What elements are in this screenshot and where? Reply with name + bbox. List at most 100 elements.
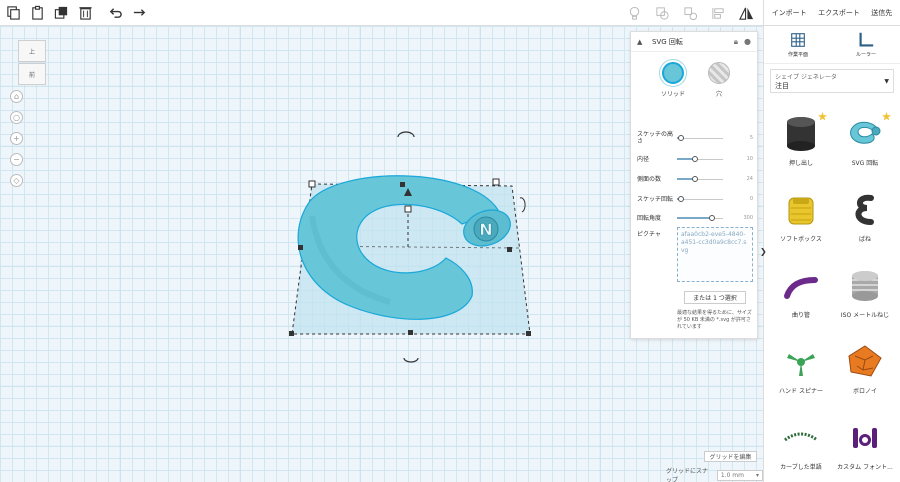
hand-spinner-icon	[787, 354, 815, 376]
slider-thumb[interactable]	[692, 156, 699, 162]
extrude-icon	[787, 117, 815, 151]
shape-label: ばね	[858, 236, 871, 243]
slider-thumb[interactable]	[692, 176, 699, 182]
export-button[interactable]: エクスポート	[816, 5, 862, 21]
shape-iso-thread[interactable]: ISO メートルねじ	[836, 266, 894, 319]
shape-label: ハンド スピナー	[779, 388, 823, 395]
hole-swatch	[708, 62, 730, 84]
inspector-title: SVG 回転	[652, 37, 683, 46]
property-row: 内径 10	[637, 153, 753, 165]
ruler-label: ルーラー	[855, 52, 876, 58]
shape-library: 押し出し SVG 回転 ソフトボックス ばね 曲り管 ISO メートルねじ ハン	[772, 106, 898, 482]
shape-label: 曲り管	[791, 312, 810, 319]
property-slider[interactable]	[677, 173, 723, 185]
bent-pipe-icon	[784, 277, 818, 299]
snap-grid-select[interactable]: 1.0 mm ▾	[716, 469, 763, 481]
duplicate-icon[interactable]	[50, 2, 72, 24]
voronoi-icon	[848, 345, 882, 377]
property-slider[interactable]	[677, 193, 723, 205]
property-row: 回転角度 300	[637, 212, 753, 224]
shape-label: カスタム フォント...	[837, 464, 893, 471]
svg-text:N: N	[479, 220, 492, 239]
edit-grid-button[interactable]: グリッドを編集	[704, 451, 757, 462]
sidebar-collapse-icon[interactable]: ❯	[760, 247, 768, 263]
import-button[interactable]: インポート	[770, 5, 809, 21]
workplane-tool[interactable]: 作業平面	[788, 31, 808, 58]
send-to-button[interactable]: 送信先	[869, 5, 894, 21]
copy-icon[interactable]	[2, 2, 24, 24]
ungroup-icon[interactable]	[679, 2, 701, 24]
redo-icon[interactable]	[128, 2, 150, 24]
view-cube-front[interactable]: 前	[18, 63, 46, 85]
custom-font-icon	[853, 428, 877, 448]
shape-label: カーブした単語	[780, 464, 822, 471]
property-value: 24	[746, 176, 753, 182]
slider-fill	[677, 217, 712, 219]
svg-revolve-icon	[850, 121, 881, 144]
slider-thumb[interactable]	[708, 215, 715, 221]
spring-icon	[855, 194, 874, 225]
trash-icon[interactable]	[74, 2, 96, 24]
property-slider[interactable]	[677, 212, 723, 224]
soft-box-icon	[788, 197, 814, 225]
group-icon[interactable]	[651, 2, 673, 24]
perspective-icon[interactable]: ◇	[10, 174, 23, 187]
collapse-caret-icon[interactable]: ▲	[637, 38, 646, 46]
property-slider[interactable]	[677, 153, 723, 165]
chevron-down-icon: ▾	[755, 471, 759, 479]
hole-label: 穴	[715, 91, 722, 98]
light-bulb-icon[interactable]	[623, 2, 645, 24]
view-cube[interactable]: 上 前	[18, 40, 46, 86]
shape-extrude[interactable]: 押し出し	[772, 112, 830, 167]
shape-label: ボロノイ	[852, 388, 877, 395]
shape-soft-box[interactable]: ソフトボックス	[772, 190, 830, 243]
shape-voronoi[interactable]: ボロノイ	[836, 342, 894, 395]
property-slider[interactable]	[677, 132, 723, 144]
mirror-icon[interactable]	[735, 2, 757, 24]
property-value: 300	[743, 215, 753, 221]
property-label: 側面の数	[637, 175, 662, 183]
slider-track	[677, 199, 723, 200]
ruler-icon	[859, 32, 874, 47]
rotate-handle-bottom	[403, 357, 419, 363]
zoom-in-icon[interactable]: +	[10, 132, 23, 145]
file-size-note: 最適な結果を得るために、サイズが 50 KB 未満の *.svg が許可されてい…	[677, 310, 752, 330]
shape-inspector: ▲ SVG 回転 🔒︎ ● ソリッド 穴 スケッチの高さ 5 内径 10 側面の数 24 ス…	[630, 31, 758, 339]
zoom-out-icon[interactable]: −	[10, 153, 23, 166]
ruler-tool[interactable]: ルーラー	[856, 31, 876, 58]
shape-spring[interactable]: ばね	[836, 190, 894, 243]
property-label: 回転角度	[637, 214, 662, 222]
slider-thumb[interactable]	[677, 135, 684, 141]
undo-icon[interactable]	[104, 2, 126, 24]
rotate-handle-right	[519, 197, 526, 213]
solid-option[interactable]: ソリッド	[653, 62, 693, 98]
view-cube-top[interactable]: 上	[18, 40, 46, 62]
shape-svg-revolve[interactable]: SVG 回転	[836, 112, 894, 167]
property-row: 側面の数 24	[637, 173, 753, 185]
slider-thumb[interactable]	[677, 196, 684, 202]
align-icon[interactable]	[707, 2, 729, 24]
fit-view-icon[interactable]: ○	[10, 111, 23, 124]
shape-custom-font[interactable]: カスタム フォント...	[836, 418, 894, 471]
star-icon	[882, 112, 891, 121]
property-label: スケッチの高さ	[637, 131, 674, 145]
light-bulb-icon[interactable]: ●	[744, 37, 751, 47]
property-value: 10	[746, 156, 753, 162]
shape-label: 押し出し	[788, 160, 813, 167]
snap-grid-label: グリッドにスナップ	[666, 468, 709, 482]
paste-icon[interactable]	[26, 2, 48, 24]
picture-drop-zone[interactable]: afaa0cb2-eve5-4840-a451-cc3d0a9c8cc7.svg	[677, 227, 753, 282]
lock-icon[interactable]: 🔒︎	[734, 37, 738, 47]
choose-file-button[interactable]: または 1 つ選択	[684, 291, 746, 304]
workplane-label: 作業平面	[787, 52, 808, 58]
shape-bent-pipe[interactable]: 曲り管	[772, 266, 830, 319]
hole-option[interactable]: 穴	[699, 62, 739, 98]
generator-value: 注目	[775, 82, 789, 90]
shape-hand-spinner[interactable]: ハンド スピナー	[772, 342, 830, 395]
home-icon[interactable]: ⌂	[10, 90, 23, 103]
shape-generator-select[interactable]: シェイプ ジェネレータ 注目 ▼	[770, 69, 894, 93]
property-label: スケッチ回転	[637, 195, 674, 203]
shape-curved-text[interactable]: カーブした単語	[772, 418, 830, 471]
picture-label: ピクチャ	[637, 231, 661, 238]
top-actions: インポート エクスポート 送信先	[764, 0, 900, 26]
